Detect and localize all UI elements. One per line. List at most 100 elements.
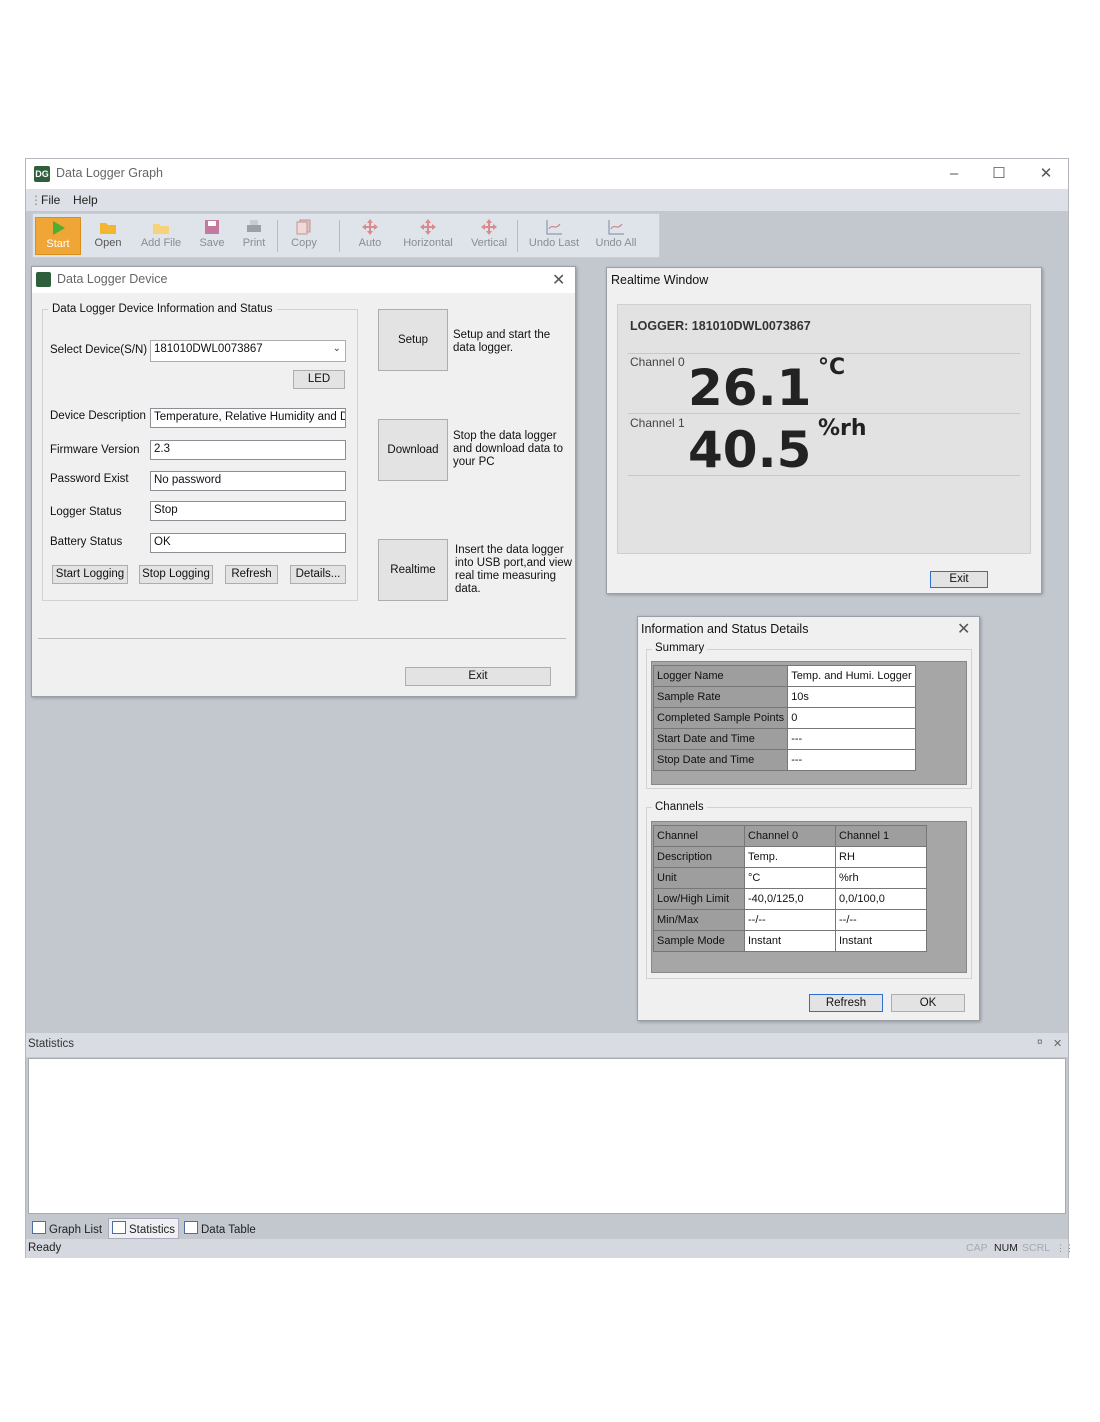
status-text: Ready [28,1242,62,1254]
menu-help[interactable]: Help [73,193,98,207]
grid-value-cell[interactable]: Instant [744,930,836,952]
realtime-window-title: Realtime Window [611,273,709,287]
details-button[interactable]: Details... [290,565,346,584]
tab-data-table[interactable]: Data Table [184,1221,256,1236]
save-button[interactable]: Save [189,217,235,255]
close-icon[interactable]: ✕ [1053,1037,1062,1050]
details-ok-button[interactable]: OK [891,994,965,1012]
stop-logging-button[interactable]: Stop Logging [139,565,213,584]
statistics-panel[interactable] [28,1058,1066,1214]
device-select[interactable]: 181010DWL0073867 ⌄ [150,340,346,362]
start-label: Start [46,238,70,250]
tab-statistics[interactable]: Statistics [108,1218,180,1239]
start-logging-button[interactable]: Start Logging [52,565,128,584]
undo-all-button[interactable]: Undo All [589,217,643,255]
grid-value-cell[interactable]: °C [744,867,836,889]
grid-value-cell[interactable]: -40,0/125,0 [744,888,836,910]
horizontal-button[interactable]: Horizontal [397,217,459,255]
grid-header-cell: Sample Mode [653,930,745,952]
grid-value-cell[interactable]: 0,0/100,0 [835,888,927,910]
statistics-title: Statistics [28,1038,75,1050]
grid-header-cell: Channel 0 [744,825,836,847]
status-bar: Ready CAP NUM SCRL ⋮⋮ [26,1239,1074,1258]
undo-last-label: Undo Last [528,237,580,249]
vertical-button[interactable]: Vertical [463,217,515,255]
copy-button[interactable]: Copy [281,217,327,255]
download-description: Stop the data logger and download data t… [453,430,563,468]
grid-value-cell[interactable]: --- [787,749,916,771]
open-button[interactable]: Open [85,217,131,255]
details-window-title: Information and Status Details [641,622,809,636]
refresh-button[interactable]: Refresh [225,565,278,584]
channels-table: Channel Channel 0 Channel 1 Description Tem… [653,825,927,952]
table-row: Unit °C %rh [653,867,927,889]
channel-1-unit: %rh [818,416,867,441]
battery-status-field[interactable]: OK [150,533,346,553]
menu-file[interactable]: File [41,193,60,207]
realtime-exit-button[interactable]: Exit [930,571,988,588]
grid-value-cell[interactable]: Instant [835,930,927,952]
grid-header-cell: Unit [653,867,745,889]
horizontal-move-icon [420,219,436,235]
play-icon [53,221,65,235]
resize-grip-icon[interactable]: ⋮⋮ [1056,1243,1074,1254]
grid-value-cell[interactable]: --- [787,728,916,750]
password-exist-field[interactable]: No password [150,471,346,491]
field-label: Firmware Version [50,444,140,456]
grid-header-cell: Min/Max [653,909,745,931]
divider [628,475,1020,476]
table-row: Sample Rate 10s [652,686,916,708]
undo-zoom-icon [546,220,562,235]
channel-0-value: 26.1 [688,359,812,417]
close-icon[interactable]: ✕ [552,270,565,290]
grid-value-cell[interactable]: RH [835,846,927,868]
minimize-icon[interactable]: – [943,163,965,185]
pin-icon[interactable]: ¤ [1037,1037,1043,1048]
statistics-icon [112,1221,126,1234]
grid-header-cell: Stop Date and Time [652,749,789,771]
grid-value-cell[interactable]: Temp. and Humi. Logger [787,665,916,687]
grid-header-cell: Channel 1 [835,825,927,847]
led-button[interactable]: LED [293,370,345,389]
maximize-icon[interactable]: ☐ [988,163,1010,185]
divider [38,638,566,639]
undo-all-label: Undo All [595,237,637,249]
grid-value-cell[interactable]: --/-- [744,909,836,931]
divider [628,353,1020,354]
close-icon[interactable]: ✕ [1035,163,1057,185]
undo-last-button[interactable]: Undo Last [525,217,583,255]
toolbar-separator [277,220,278,252]
field-label: Password Exist [50,473,129,485]
group-title: Data Logger Device Information and Statu… [48,303,277,315]
exit-button[interactable]: Exit [405,667,551,686]
channel-0-label: Channel 0 [630,355,685,369]
grid-header-cell: Sample Rate [652,686,789,708]
save-label: Save [199,237,225,249]
close-icon[interactable]: ✕ [957,619,970,639]
firmware-version-field[interactable]: 2.3 [150,440,346,460]
grid-value-cell[interactable]: Temp. [744,846,836,868]
print-button[interactable]: Print [231,217,277,255]
device-description-field[interactable]: Temperature, Relative Humidity and De [150,408,346,428]
open-label: Open [94,237,122,249]
start-button[interactable]: Start [35,217,81,255]
vertical-move-icon [481,219,497,235]
grid-value-cell[interactable]: --/-- [835,909,927,931]
summary-title: Summary [652,642,708,654]
setup-button[interactable]: Setup [378,309,448,371]
download-button[interactable]: Download [378,419,448,481]
details-refresh-button[interactable]: Refresh [809,994,883,1012]
realtime-button[interactable]: Realtime [378,539,448,601]
realtime-description: Insert the data logger into USB port,and… [455,544,572,595]
bottom-tab-bar: Graph List Statistics Data Table [26,1215,1068,1239]
grid-value-cell[interactable]: 0 [787,707,916,729]
grid-value-cell[interactable]: 10s [787,686,916,708]
add-file-button[interactable]: Add File [135,217,187,255]
tab-graph-list[interactable]: Graph List [32,1221,102,1236]
table-row: Sample Mode Instant Instant [653,930,927,952]
auto-button[interactable]: Auto [347,217,393,255]
logger-status-field[interactable]: Stop [150,501,346,521]
grid-value-cell[interactable]: %rh [835,867,927,889]
add-file-icon [153,224,169,234]
copy-icon [296,219,311,235]
